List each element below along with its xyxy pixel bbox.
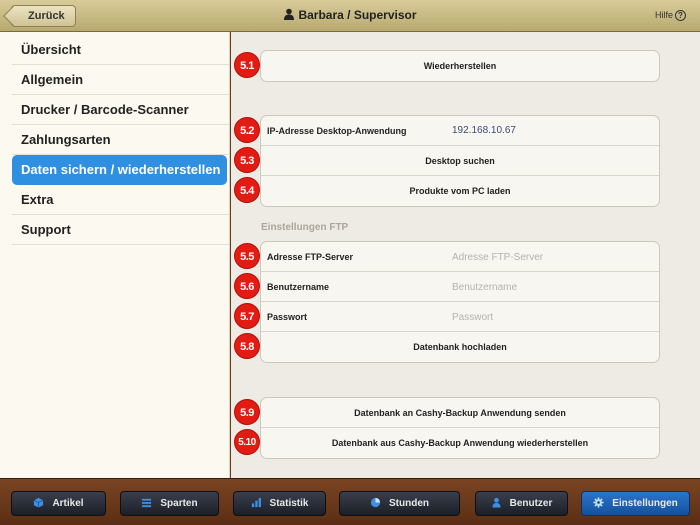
step-badge: 5.9	[234, 399, 260, 425]
step-badge: 5.4	[234, 177, 260, 203]
load-products-label: Produkte vom PC laden	[409, 186, 511, 196]
tab-statistik[interactable]: Statistik	[233, 491, 326, 516]
pie-clock-icon	[370, 497, 381, 508]
tab-einstellungen[interactable]: Einstellungen	[581, 491, 690, 516]
box-icon	[34, 497, 44, 508]
sidebar-item-uebersicht[interactable]: Übersicht	[12, 35, 229, 65]
question-icon: ?	[675, 10, 686, 21]
ftp-server-row[interactable]: Adresse FTP-Server Adresse FTP-Server	[261, 242, 659, 272]
gear-icon	[593, 497, 604, 508]
tab-benutzer-label: Benutzer	[509, 498, 553, 509]
page-title: Barbara / Supervisor	[0, 8, 700, 22]
send-backup-button[interactable]: Datenbank an Cashy-Backup Anwendung send…	[261, 398, 659, 428]
sidebar-item-support[interactable]: Support	[12, 215, 229, 245]
tab-einstellungen-label: Einstellungen	[612, 498, 678, 509]
sidebar-item-daten-sichern[interactable]: Daten sichern / wiederherstellen	[12, 155, 227, 185]
tab-stunden-label: Stunden	[389, 498, 429, 509]
step-badge: 5.1	[234, 52, 260, 78]
help-button[interactable]: Hilfe?	[655, 10, 686, 21]
step-badge: 5.5	[234, 243, 260, 269]
ftp-server-label: Adresse FTP-Server	[267, 252, 354, 262]
tab-artikel-label: Artikel	[52, 498, 84, 509]
ip-address-label: IP-Adresse Desktop-Anwendung	[267, 126, 407, 136]
restore-button-label: Wiederherstellen	[423, 61, 497, 71]
username-label: Benutzername	[267, 282, 330, 292]
password-input[interactable]: Passwort	[452, 312, 493, 323]
tab-artikel[interactable]: Artikel	[11, 491, 106, 516]
ftp-server-input[interactable]: Adresse FTP-Server	[452, 252, 543, 263]
tab-sparten-label: Sparten	[160, 498, 198, 509]
tab-statistik-label: Statistik	[269, 498, 309, 509]
upload-database-label: Datenbank hochladen	[413, 342, 507, 352]
ftp-group: Adresse FTP-Server Adresse FTP-Server Be…	[260, 241, 660, 363]
list-icon	[142, 498, 152, 508]
username-input[interactable]: Benutzername	[452, 282, 517, 293]
restore-backup-label: Datenbank aus Cashy-Backup Anwendung wie…	[331, 438, 589, 448]
step-badge: 5.3	[234, 147, 260, 173]
ip-address-value[interactable]: 192.168.10.67	[452, 125, 516, 136]
step-badge: 5.2	[234, 117, 260, 143]
send-backup-label: Datenbank an Cashy-Backup Anwendung send…	[354, 408, 566, 418]
password-row[interactable]: Passwort Passwort	[261, 302, 659, 332]
help-label: Hilfe	[654, 10, 673, 20]
sidebar-item-zahlungsarten[interactable]: Zahlungsarten	[12, 125, 229, 155]
user-title: Barbara / Supervisor	[298, 8, 417, 22]
step-badge: 5.7	[234, 303, 260, 329]
step-badge: 5.8	[234, 333, 260, 359]
sidebar-item-extra[interactable]: Extra	[12, 185, 229, 215]
ftp-section-heading: Einstellungen FTP	[261, 222, 349, 233]
sidebar-item-allgemein[interactable]: Allgemein	[12, 65, 229, 95]
tab-benutzer[interactable]: Benutzer	[475, 491, 568, 516]
person-icon	[284, 8, 295, 20]
search-desktop-button[interactable]: Desktop suchen	[261, 146, 659, 176]
tab-sparten[interactable]: Sparten	[120, 491, 219, 516]
sidebar-item-drucker[interactable]: Drucker / Barcode-Scanner	[12, 95, 229, 125]
user-icon	[491, 497, 501, 508]
password-label: Passwort	[267, 312, 308, 322]
settings-sidebar: Übersicht Allgemein Drucker / Barcode-Sc…	[0, 32, 230, 478]
tab-stunden[interactable]: Stunden	[339, 491, 460, 516]
desktop-group: IP-Adresse Desktop-Anwendung 192.168.10.…	[260, 115, 660, 207]
top-bar: Zurück Barbara / Supervisor Hilfe?	[0, 0, 700, 32]
restore-button[interactable]: Wiederherstellen	[261, 51, 659, 81]
username-row[interactable]: Benutzername Benutzername	[261, 272, 659, 302]
ip-address-row[interactable]: IP-Adresse Desktop-Anwendung 192.168.10.…	[261, 116, 659, 146]
bottom-tab-bar: Artikel Sparten Statistik Stunden Benutz…	[0, 478, 700, 525]
main-panel: Wiederherstellen IP-Adresse Desktop-Anwe…	[231, 32, 700, 478]
upload-database-button[interactable]: Datenbank hochladen	[261, 332, 659, 362]
step-badge: 5.10	[234, 429, 260, 455]
backup-group: Datenbank an Cashy-Backup Anwendung send…	[260, 397, 660, 459]
restore-group: Wiederherstellen	[260, 50, 660, 82]
restore-backup-button[interactable]: Datenbank aus Cashy-Backup Anwendung wie…	[261, 428, 659, 458]
search-desktop-label: Desktop suchen	[425, 156, 495, 166]
bar-chart-icon	[251, 497, 261, 508]
load-products-button[interactable]: Produkte vom PC laden	[261, 176, 659, 206]
step-badge: 5.6	[234, 273, 260, 299]
